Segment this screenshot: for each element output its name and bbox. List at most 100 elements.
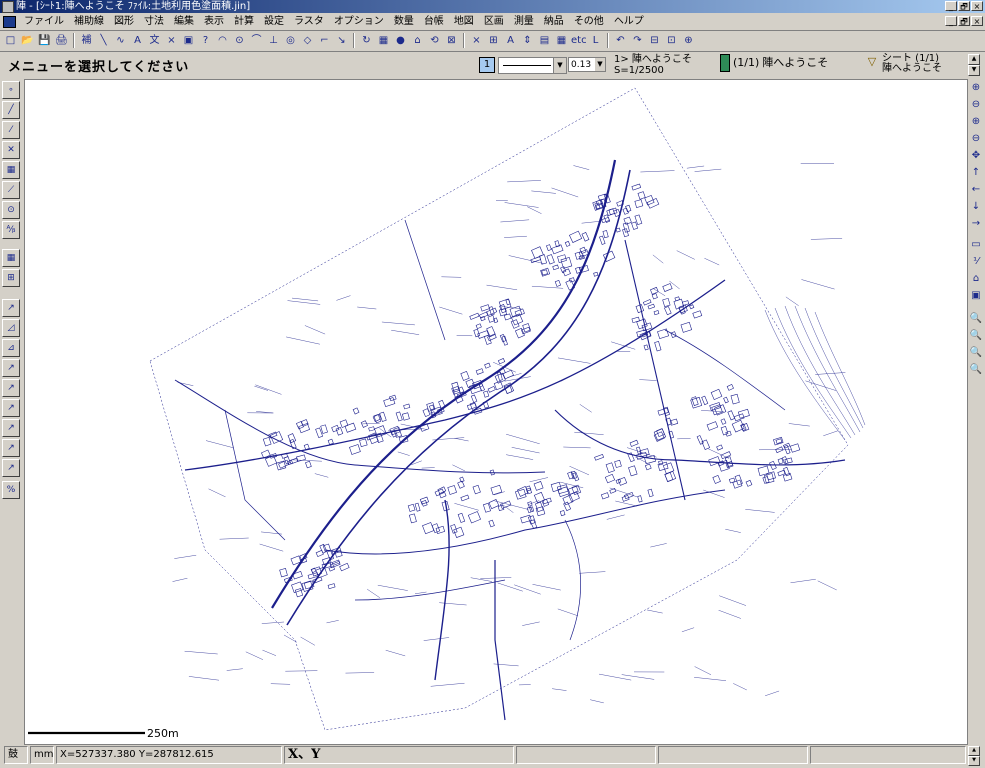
menu-item-5[interactable]: 表示: [199, 15, 229, 28]
menu-item-8[interactable]: ラスタ: [289, 15, 329, 28]
menu-item-1[interactable]: 補助線: [69, 15, 109, 28]
right-tool-button-4[interactable]: ✥: [969, 149, 983, 163]
left-tool-button-0[interactable]: ∘: [2, 81, 20, 99]
left-tool-button-18[interactable]: ↗: [2, 459, 20, 477]
right-tool-button-2[interactable]: ⊕: [969, 115, 983, 129]
left-tool-button-9[interactable]: ⊞: [2, 269, 20, 287]
left-tool-button-15[interactable]: ↗: [2, 399, 20, 417]
toolbar-tool-icon-19[interactable]: ↘: [334, 33, 349, 48]
right-tool-button-9[interactable]: ▭: [969, 238, 983, 252]
right-tool-button-3[interactable]: ⊖: [969, 132, 983, 146]
toolbar-tool-icon-22[interactable]: ●: [393, 33, 408, 48]
toolbar-tool-icon-21[interactable]: ▦: [376, 33, 391, 48]
toolbar-tool-icon-26[interactable]: ×: [469, 33, 484, 48]
toolbar-tool-icon-33[interactable]: L: [588, 33, 603, 48]
right-tool-button-5[interactable]: ↑: [969, 166, 983, 180]
sheet-info[interactable]: ▽ シート (1/1) 陣へようこそ: [866, 54, 942, 74]
restore-button[interactable]: 🗗: [958, 1, 970, 11]
toolbar-tool-icon-24[interactable]: ⟲: [427, 33, 442, 48]
toolbar-tool-icon-18[interactable]: ⌐: [317, 33, 332, 48]
toolbar-tool-icon-31[interactable]: ▦: [554, 33, 569, 48]
menu-item-14[interactable]: 測量: [509, 15, 539, 28]
right-tool-button-16[interactable]: 🔍: [969, 363, 983, 377]
mdi-minimize-button[interactable]: _: [945, 16, 957, 26]
line-width-select[interactable]: 0.13 ▼: [568, 57, 606, 72]
mdi-close-button[interactable]: ×: [971, 16, 983, 26]
right-tool-button-15[interactable]: 🔍: [969, 346, 983, 360]
toolbar-tool-icon-32[interactable]: etc: [571, 33, 587, 48]
right-tool-button-10[interactable]: ⅟: [969, 255, 983, 269]
toolbar-tool-icon-28[interactable]: A: [503, 33, 518, 48]
app-icon[interactable]: [2, 1, 14, 13]
toolbar-tool-icon-11[interactable]: ?: [198, 33, 213, 48]
status-spinner[interactable]: ▲ ▼: [968, 746, 980, 766]
toolbar-tool-icon-4[interactable]: 補: [79, 33, 94, 48]
menu-item-12[interactable]: 地図: [449, 15, 479, 28]
toolbar-tool-icon-15[interactable]: ⊥: [266, 33, 281, 48]
toolbar-tool-icon-25[interactable]: ⊠: [444, 33, 459, 48]
right-tool-button-12[interactable]: ▣: [969, 289, 983, 303]
menu-item-11[interactable]: 台帳: [419, 15, 449, 28]
chevron-down-icon[interactable]: ▼: [595, 58, 605, 71]
left-tool-button-1[interactable]: ╱: [2, 101, 20, 119]
left-tool-button-11[interactable]: ◿: [2, 319, 20, 337]
toolbar-tool-icon-38[interactable]: ⊕: [681, 33, 696, 48]
toolbar-tool-icon-2[interactable]: 💾: [37, 33, 52, 48]
left-tool-button-5[interactable]: ⟋: [2, 181, 20, 199]
right-tool-button-6[interactable]: ←: [969, 183, 983, 197]
menu-item-2[interactable]: 図形: [109, 15, 139, 28]
close-button[interactable]: ×: [971, 1, 983, 11]
menu-item-15[interactable]: 納品: [539, 15, 569, 28]
toolbar-tool-icon-30[interactable]: ▤: [537, 33, 552, 48]
toolbar-tool-icon-27[interactable]: ⊞: [486, 33, 501, 48]
right-tool-button-13[interactable]: 🔍: [969, 312, 983, 326]
toolbar-tool-icon-5[interactable]: ╲: [96, 33, 111, 48]
menu-item-6[interactable]: 計算: [229, 15, 259, 28]
toolbar-tool-icon-16[interactable]: ◎: [283, 33, 298, 48]
layer-number-button[interactable]: 1: [479, 57, 495, 73]
spin-down-icon[interactable]: ▼: [968, 65, 980, 76]
toolbar-tool-icon-3[interactable]: 🖨: [54, 33, 69, 48]
spin-up-icon[interactable]: ▲: [968, 746, 980, 756]
left-tool-button-3[interactable]: ✕: [2, 141, 20, 159]
toolbar-tool-icon-7[interactable]: A: [130, 33, 145, 48]
spin-up-icon[interactable]: ▲: [968, 54, 980, 65]
toolbar-tool-icon-10[interactable]: ▣: [181, 33, 196, 48]
toolbar-tool-icon-37[interactable]: ⊡: [664, 33, 679, 48]
layer-info[interactable]: (1/1) 陣へようこそ: [720, 54, 828, 72]
right-tool-button-11[interactable]: ⌂: [969, 272, 983, 286]
left-tool-button-12[interactable]: ⊿: [2, 339, 20, 357]
toolbar-tool-icon-17[interactable]: ◇: [300, 33, 315, 48]
left-tool-button-14[interactable]: ↗: [2, 379, 20, 397]
left-tool-button-17[interactable]: ↗: [2, 439, 20, 457]
spin-down-icon[interactable]: ▼: [968, 756, 980, 766]
right-tool-button-0[interactable]: ⊕: [969, 81, 983, 95]
right-tool-button-1[interactable]: ⊖: [969, 98, 983, 112]
left-tool-button-2[interactable]: ⁄: [2, 121, 20, 139]
menu-item-7[interactable]: 設定: [259, 15, 289, 28]
left-tool-button-19[interactable]: %: [2, 481, 20, 499]
menu-item-13[interactable]: 区画: [479, 15, 509, 28]
left-tool-button-6[interactable]: ⊙: [2, 201, 20, 219]
toolbar-tool-icon-35[interactable]: ↷: [630, 33, 645, 48]
toolbar-tool-icon-34[interactable]: ↶: [613, 33, 628, 48]
right-tool-button-14[interactable]: 🔍: [969, 329, 983, 343]
toolbar-tool-icon-20[interactable]: ↻: [359, 33, 374, 48]
toolbar-tool-icon-36[interactable]: ⊟: [647, 33, 662, 48]
toolbar-tool-icon-1[interactable]: 📂: [20, 33, 35, 48]
right-tool-button-7[interactable]: ↓: [969, 200, 983, 214]
menu-item-4[interactable]: 編集: [169, 15, 199, 28]
toolbar-tool-icon-13[interactable]: ⊙: [232, 33, 247, 48]
toolbar-tool-icon-6[interactable]: ∿: [113, 33, 128, 48]
document-icon[interactable]: [3, 16, 16, 28]
left-tool-button-7[interactable]: ᴬ⁄ᵦ: [2, 221, 20, 239]
mdi-restore-button[interactable]: 🗗: [958, 16, 970, 26]
sheet-spinner[interactable]: ▲ ▼: [968, 54, 980, 76]
toolbar-tool-icon-0[interactable]: □: [3, 33, 18, 48]
left-tool-button-8[interactable]: ▦: [2, 249, 20, 267]
left-tool-button-13[interactable]: ↗: [2, 359, 20, 377]
toolbar-tool-icon-8[interactable]: 文: [147, 33, 162, 48]
right-tool-button-8[interactable]: →: [969, 217, 983, 231]
menu-item-9[interactable]: オプション: [329, 15, 389, 28]
toolbar-tool-icon-14[interactable]: ⌒: [249, 33, 264, 48]
